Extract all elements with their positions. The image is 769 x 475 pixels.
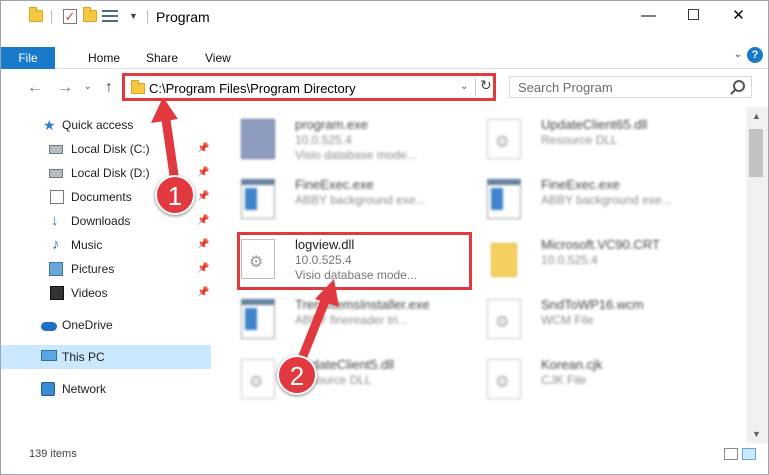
step-2-badge: 2	[277, 355, 317, 395]
file-explorer-window: ✓ ▼ Program — ☐ ✕ File Home Share View ⌄…	[0, 0, 769, 475]
step-1-badge: 1	[155, 175, 195, 215]
arrow-1-head	[151, 97, 178, 123]
arrow-2-head	[315, 279, 339, 307]
annotation-arrows	[151, 97, 339, 376]
